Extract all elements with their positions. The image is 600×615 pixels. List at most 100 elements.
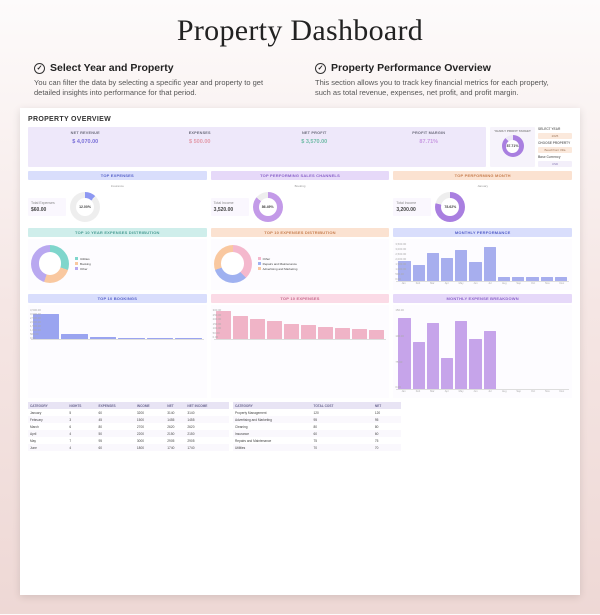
property-select[interactable]: Beachfront Villa: [538, 147, 572, 153]
chart-bar: [441, 258, 453, 281]
dashboard: PROPERTY OVERVIEW NET REVENUE$ 4,070.00 …: [20, 108, 580, 595]
intro-row: ✓ Select Year and Property You can filte…: [0, 48, 600, 108]
distribution-row: TOP 10 YEAR EXPENSES DISTRIBUTION Utilit…: [28, 228, 572, 290]
chart-bar: [147, 338, 173, 339]
monthly-expense-chart: 150.00100.0075.000.00 JanFebMarAprMayJun…: [393, 305, 572, 398]
chart-bar: [318, 327, 333, 340]
data-table: CATEGORYNIGHTSEXPENSESINCOMENETNET INCOM…: [28, 402, 229, 451]
donut-legend: OtherRepairs and MaintenanceAdvertising …: [258, 257, 298, 271]
table-right: CATEGORYTOTAL COSTNETProperty Management…: [233, 402, 401, 451]
kpi-value: $ 500.00: [143, 139, 258, 145]
chart-bar: [118, 338, 144, 340]
table-row: Repairs and Maintenance7575: [233, 437, 401, 444]
donut-chart: OtherRepairs and MaintenanceAdvertising …: [211, 239, 390, 290]
filter-panel: SELECT YEAR 2025 CHOOSE PROPERTY Beachfr…: [538, 127, 572, 167]
table-row: March680270026202620: [28, 423, 229, 430]
kpi-label: NET PROFIT: [257, 131, 372, 135]
table-row: Cleaning8080: [233, 423, 401, 430]
stat-hdr: TOP PERFORMING SALES CHANNELS: [211, 171, 390, 180]
kpi-value: $ 4,070.00: [28, 139, 143, 145]
chart-bar: [555, 277, 567, 281]
chart-bar: [413, 342, 425, 389]
chart-bar: [301, 325, 316, 339]
chart-bar: [498, 277, 510, 281]
stat-name: Insurance: [28, 184, 207, 188]
intro-col-left: ✓ Select Year and Property You can filte…: [34, 62, 285, 98]
table-row: June460180017401740: [28, 444, 229, 451]
kpi-row: NET REVENUE$ 4,070.00 EXPENSES$ 500.00 N…: [28, 127, 572, 167]
check-icon: ✓: [315, 63, 326, 74]
chart-bar: [441, 358, 453, 390]
kpi-value: 87.71%: [372, 139, 487, 145]
donut-chart: UtilitiesBookingOther: [28, 239, 207, 290]
intro-head-0: Select Year and Property: [50, 62, 174, 74]
filter-label: CHOOSE PROPERTY: [538, 141, 572, 145]
chart-bar: [427, 253, 439, 282]
donut-legend: UtilitiesBookingOther: [75, 257, 91, 271]
table-row: Insurance6060: [233, 430, 401, 437]
year-select[interactable]: 2025: [538, 133, 572, 139]
table-row: January560320031403140: [28, 409, 229, 416]
chart-bar: [335, 328, 350, 340]
stat-hdr: TOP EXPENSES: [28, 171, 207, 180]
chart-bar: [352, 329, 367, 340]
intro-col-right: ✓ Property Performance Overview This sec…: [315, 62, 566, 98]
chart-bar: [526, 277, 538, 281]
chart-bar: [455, 250, 467, 282]
filter-label: SELECT YEAR: [538, 127, 572, 131]
stat-name: January: [393, 184, 572, 188]
chart-bar: [484, 331, 496, 389]
donut-hdr: TOP 10 EXPENSES DISTRIBUTION: [211, 228, 390, 237]
page-title: Property Dashboard: [0, 14, 600, 48]
chart-bar: [455, 321, 467, 389]
chart-bar: [413, 265, 425, 281]
chart-bar: [512, 277, 524, 281]
stat-donut: 86.49%: [253, 192, 283, 222]
chart-bar: [427, 323, 439, 389]
stat-box: Total Income3,200.00: [393, 198, 431, 216]
stat-hdr: TOP PERFORMING MONTH: [393, 171, 572, 180]
gauge-value: 87.71%: [502, 135, 524, 157]
dashboard-title: PROPERTY OVERVIEW: [28, 116, 572, 123]
chart-bar: [469, 262, 481, 281]
top-expenses-chart: 300.00250.00200.00150.00100.0050.000.00: [211, 305, 390, 398]
currency-select[interactable]: USD: [538, 161, 572, 167]
intro-body-0: You can filter the data by selecting a s…: [34, 78, 285, 98]
charts-row-2: TOP 10 BOOKINGS 3,500.003,000.002,500.00…: [28, 294, 572, 398]
monthly-expense-hdr: MONTHLY EXPENSE BREAKDOWN: [393, 294, 572, 303]
chart-bar: [90, 337, 116, 339]
chart-bar: [61, 334, 87, 339]
stat-donut: 12.00%: [70, 192, 100, 222]
stat-row: TOP EXPENSES Insurance Total Expenses$60…: [28, 171, 572, 224]
stat-donut: 78.62%: [435, 192, 465, 222]
table-row: Property Management120120: [233, 409, 401, 416]
chart-bar: [267, 321, 282, 339]
gauge-card: YEARLY PROFIT TARGET 87.71%: [490, 127, 535, 167]
table-row: February345150014551455: [28, 416, 229, 423]
gauge-title: YEARLY PROFIT TARGET: [492, 129, 533, 133]
kpi-strip: NET REVENUE$ 4,070.00 EXPENSES$ 500.00 N…: [28, 127, 486, 167]
table-row: April450220021502150: [28, 430, 229, 437]
table-row: May795300029052905: [28, 437, 229, 444]
table-left: CATEGORYNIGHTSEXPENSESINCOMENETNET INCOM…: [28, 402, 229, 451]
intro-head-1: Property Performance Overview: [331, 62, 491, 74]
top-bookings-chart: 3,500.003,000.002,500.002,000.001,500.00…: [28, 305, 207, 398]
monthly-perf-chart: 3,500.003,000.002,500.002,000.001,500.00…: [393, 239, 572, 290]
chart-bar: [484, 247, 496, 281]
data-table: CATEGORYTOTAL COSTNETProperty Management…: [233, 402, 401, 451]
stat-box: Total Expenses$60.00: [28, 198, 66, 216]
chart-bar: [369, 330, 384, 339]
filter-label: Base Currency: [538, 155, 572, 159]
top-bookings-hdr: TOP 10 BOOKINGS: [28, 294, 207, 303]
kpi-label: NET REVENUE: [28, 131, 143, 135]
chart-bar: [541, 277, 553, 281]
chart-bar: [284, 324, 299, 339]
stat-box: Total Income3,520.00: [211, 198, 249, 216]
intro-body-1: This section allows you to track key fin…: [315, 78, 566, 98]
kpi-label: PROFIT MARGIN: [372, 131, 487, 135]
top-expenses-hdr: TOP 10 EXPENSES: [211, 294, 390, 303]
stat-name: Booking: [211, 184, 390, 188]
table-row: Utilities7070: [233, 444, 401, 451]
gauge-donut: 87.71%: [502, 135, 524, 157]
table-row: Advertising and Marketing9595: [233, 416, 401, 423]
